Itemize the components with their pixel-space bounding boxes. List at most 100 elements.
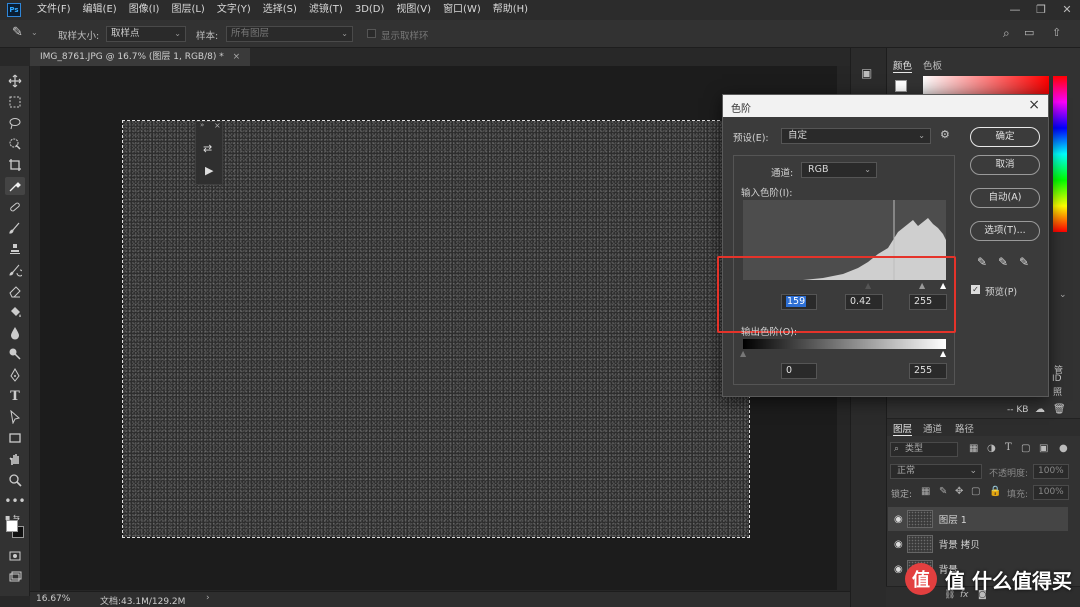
- clone-stamp-tool-icon[interactable]: [5, 240, 25, 258]
- filter-type-icon[interactable]: T: [1005, 442, 1012, 453]
- ok-button[interactable]: 确定: [970, 127, 1040, 147]
- eyedropper-tool-icon[interactable]: [5, 177, 25, 195]
- auto-button[interactable]: 自动(A): [970, 188, 1040, 208]
- menu-item[interactable]: 帮助(H): [487, 0, 534, 20]
- zoom-level[interactable]: 16.67%: [36, 594, 70, 604]
- document-tab[interactable]: IMG_8761.JPG @ 16.7% (图层 1, RGB/8) * ×: [30, 48, 251, 66]
- lock-position-icon[interactable]: ✥: [955, 486, 963, 497]
- quick-selection-tool-icon[interactable]: [5, 135, 25, 153]
- hue-slider[interactable]: [1053, 76, 1067, 232]
- output-black-slider[interactable]: ▲: [740, 349, 746, 358]
- dialog-titlebar[interactable]: 色阶 ×: [723, 95, 1048, 117]
- output-white-field[interactable]: 255: [909, 363, 947, 379]
- sample-select[interactable]: 所有图层 ⌄: [226, 26, 353, 42]
- menu-item[interactable]: 编辑(E): [77, 0, 123, 20]
- channel-select[interactable]: RGB ⌄: [801, 162, 877, 178]
- cancel-button[interactable]: 取消: [970, 155, 1040, 175]
- rectangle-tool-icon[interactable]: [5, 429, 25, 447]
- filter-toggle-icon[interactable]: ●: [1059, 443, 1068, 454]
- output-white-slider[interactable]: ▲: [940, 349, 946, 358]
- share-icon[interactable]: ⇧: [1052, 26, 1061, 39]
- menu-item[interactable]: 窗口(W): [437, 0, 487, 20]
- collapse-icon[interactable]: »: [200, 121, 204, 129]
- search-icon[interactable]: ⌕: [1003, 26, 1010, 41]
- lock-transparent-icon[interactable]: ▦: [921, 486, 930, 497]
- type-tool-icon[interactable]: T: [5, 387, 25, 405]
- dropdown-icon[interactable]: ⌄: [1059, 290, 1067, 300]
- options-button[interactable]: 选项(T)...: [970, 221, 1040, 241]
- lock-all-icon[interactable]: 🔒: [989, 486, 1001, 497]
- preview-checkbox[interactable]: ✓: [971, 285, 980, 294]
- layer-row[interactable]: ◉ 背景 拷贝: [888, 532, 1068, 556]
- eye-icon[interactable]: ◉: [894, 514, 903, 525]
- blur-tool-icon[interactable]: [5, 324, 25, 342]
- filter-pixel-icon[interactable]: ▦: [969, 443, 978, 454]
- properties-icon[interactable]: ▣: [861, 66, 872, 80]
- close-tab-icon[interactable]: ×: [233, 52, 241, 62]
- color-foreground-swatch[interactable]: [895, 80, 907, 92]
- chevron-down-icon[interactable]: ⌄: [31, 28, 38, 37]
- trash-icon[interactable]: 🗑: [1053, 404, 1066, 415]
- minimize-button[interactable]: —: [1002, 0, 1028, 20]
- restore-button[interactable]: ❐: [1028, 0, 1054, 20]
- menu-item[interactable]: 3D(D): [349, 0, 391, 20]
- menu-item[interactable]: 文字(Y): [211, 0, 257, 20]
- path-selection-tool-icon[interactable]: [5, 408, 25, 426]
- opacity-input[interactable]: 100%: [1033, 464, 1069, 479]
- filter-adjustment-icon[interactable]: ◑: [987, 443, 996, 454]
- marquee-tool-icon[interactable]: [5, 93, 25, 111]
- lock-artboard-icon[interactable]: ▢: [971, 486, 980, 497]
- tab-paths[interactable]: 路径: [955, 421, 974, 435]
- chevron-right-icon[interactable]: ›: [206, 593, 210, 603]
- filter-smart-object-icon[interactable]: ▣: [1039, 443, 1048, 454]
- gear-icon[interactable]: ⚙: [940, 128, 950, 141]
- hand-tool-icon[interactable]: [5, 450, 25, 468]
- blend-mode-select[interactable]: 正常 ⌄: [890, 464, 982, 479]
- cloud-icon[interactable]: ☁: [1035, 404, 1045, 415]
- eraser-tool-icon[interactable]: [5, 282, 25, 300]
- brush-tool-icon[interactable]: [5, 219, 25, 237]
- menu-item[interactable]: 图像(I): [123, 0, 166, 20]
- lasso-tool-icon[interactable]: [5, 114, 25, 132]
- tab-channels[interactable]: 通道: [923, 421, 942, 435]
- menu-item[interactable]: 选择(S): [257, 0, 303, 20]
- move-tool-icon[interactable]: [5, 72, 25, 90]
- eye-icon[interactable]: ◉: [894, 539, 903, 550]
- eye-icon[interactable]: ◉: [894, 564, 903, 575]
- close-icon[interactable]: ×: [1028, 97, 1040, 113]
- menu-item[interactable]: 滤镜(T): [303, 0, 349, 20]
- dodge-tool-icon[interactable]: [5, 345, 25, 363]
- history-icon[interactable]: ⇄: [203, 142, 212, 155]
- black-eyedropper-icon[interactable]: ✎: [977, 255, 987, 269]
- menu-item[interactable]: 视图(V): [390, 0, 437, 20]
- eyedropper-icon[interactable]: ✎: [12, 25, 23, 40]
- workspace-icon[interactable]: ▭: [1024, 26, 1034, 39]
- white-eyedropper-icon[interactable]: ✎: [1019, 255, 1029, 269]
- pen-tool-icon[interactable]: [5, 366, 25, 384]
- fill-input[interactable]: 100%: [1033, 485, 1069, 500]
- screen-mode-icon[interactable]: [5, 568, 25, 586]
- close-window-button[interactable]: ✕: [1054, 0, 1080, 20]
- tab-color[interactable]: 颜色: [893, 58, 913, 73]
- lock-pixels-icon[interactable]: ✎: [939, 486, 947, 497]
- output-black-field[interactable]: 0: [781, 363, 817, 379]
- sample-size-select[interactable]: 取样点 ⌄: [106, 26, 186, 42]
- show-ring-checkbox[interactable]: [367, 29, 376, 38]
- crop-tool-icon[interactable]: [5, 156, 25, 174]
- history-brush-tool-icon[interactable]: [5, 261, 25, 279]
- tab-layers[interactable]: 图层: [893, 421, 913, 436]
- menu-item[interactable]: 图层(L): [165, 0, 210, 20]
- paint-bucket-tool-icon[interactable]: [5, 303, 25, 321]
- tab-swatches[interactable]: 色板: [923, 58, 942, 72]
- foreground-color-swatch[interactable]: [6, 520, 18, 532]
- close-icon[interactable]: ×: [214, 121, 221, 130]
- preset-select[interactable]: 自定 ⌄: [781, 128, 931, 144]
- healing-brush-tool-icon[interactable]: [5, 198, 25, 216]
- play-icon[interactable]: ▶: [205, 164, 213, 177]
- layer-row[interactable]: ◉ 图层 1: [888, 507, 1068, 531]
- gray-eyedropper-icon[interactable]: ✎: [998, 255, 1008, 269]
- menu-item[interactable]: 文件(F): [31, 0, 77, 20]
- quick-mask-icon[interactable]: [5, 547, 25, 565]
- filter-shape-icon[interactable]: ▢: [1021, 443, 1030, 454]
- layer-filter-select[interactable]: ⌕ 类型: [890, 442, 958, 457]
